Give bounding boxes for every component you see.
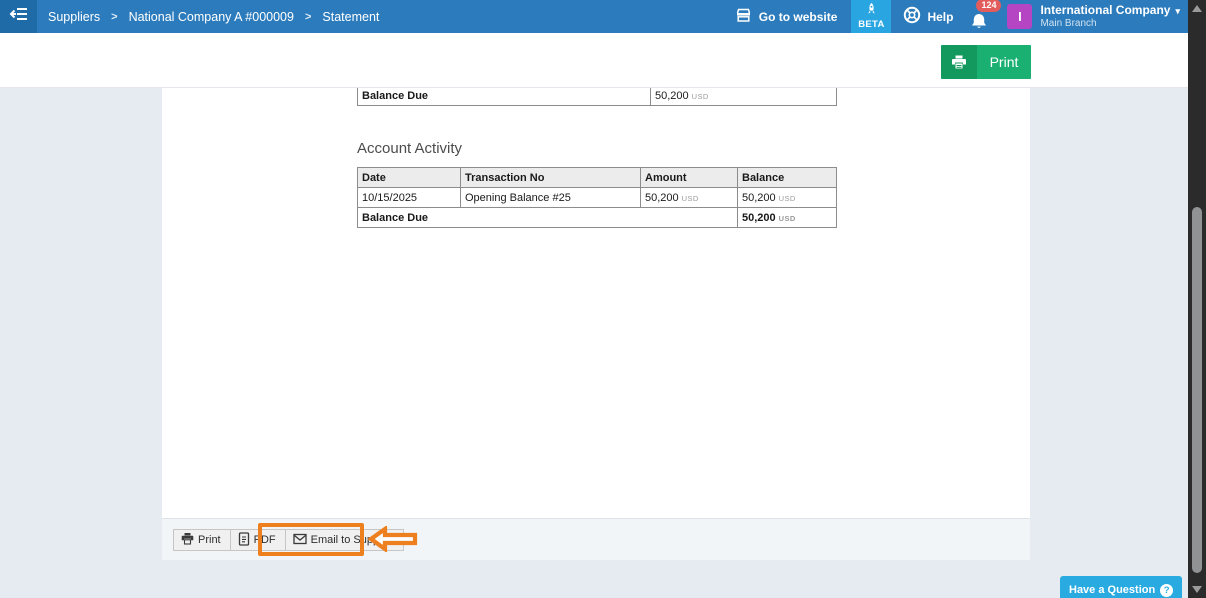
avatar-letter: I bbox=[1018, 9, 1022, 24]
account-menu[interactable]: I International Company ▾ Main Branch bbox=[1007, 4, 1188, 29]
envelope-icon bbox=[293, 533, 307, 548]
go-to-website-link[interactable]: Go to website bbox=[735, 8, 838, 25]
have-a-question-label: Have a Question bbox=[1069, 584, 1155, 596]
balance-value: 50,200 bbox=[742, 192, 776, 204]
page-toolbar: Print bbox=[0, 33, 1188, 88]
cell-transaction-no: Opening Balance #25 bbox=[461, 188, 641, 208]
breadcrumb-supplier-name[interactable]: National Company A #000009 bbox=[129, 10, 294, 24]
sidebar-collapse-button[interactable] bbox=[0, 0, 37, 33]
balance-currency: USD bbox=[779, 194, 796, 203]
storefront-icon bbox=[735, 8, 752, 25]
summary-amount: 50,200 bbox=[655, 90, 689, 102]
header-transaction-no: Transaction No bbox=[461, 168, 641, 188]
company-name: International Company bbox=[1040, 4, 1170, 18]
table-header-row: Date Transaction No Amount Balance bbox=[358, 168, 837, 188]
beta-badge[interactable]: BETA bbox=[851, 0, 891, 33]
amount-value: 50,200 bbox=[645, 192, 679, 204]
footer-balance-cell: 50,200USD bbox=[738, 208, 837, 228]
breadcrumb-separator: > bbox=[111, 11, 117, 23]
help-label: Help bbox=[927, 10, 953, 24]
have-a-question-button[interactable]: Have a Question ? bbox=[1060, 576, 1182, 598]
summary-value: 50,200USD bbox=[651, 88, 837, 106]
topbar-right-cluster: Go to website BETA Help bbox=[735, 0, 1188, 33]
account-activity-table: Date Transaction No Amount Balance 10/15… bbox=[357, 167, 837, 228]
top-nav: Suppliers > National Company A #000009 >… bbox=[0, 0, 1188, 33]
header-balance: Balance bbox=[738, 168, 837, 188]
print-button[interactable]: Print bbox=[941, 45, 1031, 79]
notifications-button[interactable]: 124 bbox=[969, 5, 991, 29]
scrollbar-track[interactable] bbox=[1188, 0, 1206, 598]
branch-name: Main Branch bbox=[1040, 18, 1180, 30]
statement-document: Balance Due 50,200USD Account Activity D… bbox=[162, 88, 1030, 560]
footer-balance-currency: USD bbox=[779, 214, 796, 223]
help-button[interactable]: Help bbox=[903, 6, 953, 27]
scrollbar-up-arrow[interactable] bbox=[1192, 5, 1202, 12]
doc-print-label: Print bbox=[198, 534, 221, 546]
company-info: International Company ▾ Main Branch bbox=[1040, 4, 1180, 29]
notification-count-badge: 124 bbox=[976, 0, 1001, 12]
breadcrumb-suppliers[interactable]: Suppliers bbox=[48, 10, 100, 24]
printer-icon bbox=[181, 532, 194, 548]
collapse-menu-icon bbox=[9, 6, 29, 27]
scrollbar-thumb[interactable] bbox=[1192, 207, 1202, 573]
print-button-label: Print bbox=[977, 45, 1031, 79]
summary-row: Balance Due 50,200USD bbox=[357, 88, 838, 107]
breadcrumb-statement[interactable]: Statement bbox=[322, 10, 379, 24]
summary-currency: USD bbox=[692, 92, 709, 101]
header-date: Date bbox=[358, 168, 461, 188]
summary-label: Balance Due bbox=[358, 88, 651, 106]
company-avatar: I bbox=[1007, 4, 1032, 29]
scrollbar-down-arrow[interactable] bbox=[1192, 586, 1202, 593]
document-actions-bar: Print PDF Email to Suppl bbox=[162, 518, 1030, 560]
help-lifering-icon bbox=[903, 6, 921, 27]
chevron-down-icon: ▾ bbox=[1175, 6, 1180, 16]
table-row: 10/15/2025 Opening Balance #25 50,200USD… bbox=[358, 188, 837, 208]
cell-date: 10/15/2025 bbox=[358, 188, 461, 208]
table-footer-row: Balance Due 50,200USD bbox=[358, 208, 837, 228]
breadcrumb-separator: > bbox=[305, 11, 311, 23]
pointer-arrow-icon bbox=[367, 526, 419, 557]
rocket-icon bbox=[866, 3, 877, 18]
question-mark-icon: ? bbox=[1160, 584, 1173, 597]
section-title: Account Activity bbox=[357, 140, 462, 157]
cell-amount: 50,200USD bbox=[641, 188, 738, 208]
doc-print-button[interactable]: Print bbox=[173, 529, 231, 551]
breadcrumb: Suppliers > National Company A #000009 >… bbox=[48, 10, 379, 24]
printer-icon bbox=[941, 45, 977, 79]
doc-pdf-button[interactable]: PDF bbox=[230, 529, 286, 551]
amount-currency: USD bbox=[682, 194, 699, 203]
header-amount: Amount bbox=[641, 168, 738, 188]
footer-balance-value: 50,200 bbox=[742, 212, 776, 224]
go-to-website-label: Go to website bbox=[759, 10, 838, 24]
cell-balance: 50,200USD bbox=[738, 188, 837, 208]
doc-pdf-label: PDF bbox=[254, 534, 276, 546]
beta-label: BETA bbox=[858, 19, 884, 30]
footer-label: Balance Due bbox=[358, 208, 738, 228]
pdf-file-icon bbox=[238, 532, 250, 549]
